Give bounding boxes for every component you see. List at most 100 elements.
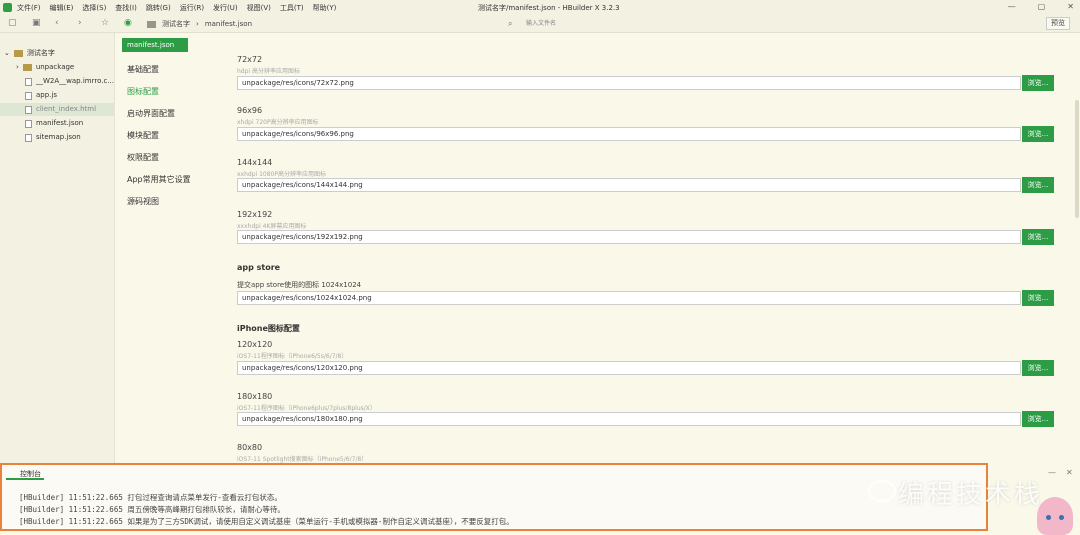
run-icon[interactable]: ◉ [124,18,132,28]
field-title: 192x192 [237,210,273,219]
tree-project[interactable]: ⌄ 测试名字 [4,47,55,60]
chevron-down-icon: ⌄ [4,49,10,57]
new-file-icon[interactable]: ▢ [8,18,17,28]
field-desc: xxxhdpi 4K屏幕应用图标 [237,223,307,230]
menu-run[interactable]: 运行(R) [180,3,204,13]
browse-button[interactable]: 浏览... [1022,411,1054,427]
nav-module-config[interactable]: 模块配置 [127,130,159,141]
console-line: [HBuilder] 11:51:22.665 打包过程查询请点菜单发行-查看云… [19,493,282,502]
file-icon [25,77,32,86]
menu-file[interactable]: 文件(F) [17,3,41,13]
forward-icon[interactable]: › [78,18,82,28]
tree-label: manifest.json [36,119,84,127]
field-title: 80x80 [237,443,263,452]
tree-label: app.js [36,91,57,99]
tree-item[interactable]: app.js [25,89,57,102]
menu-view[interactable]: 视图(V) [247,3,271,13]
icon-path-input[interactable]: unpackage/res/icons/96x96.png [237,127,1021,141]
mascot-eye [1059,515,1064,520]
file-icon [25,91,32,100]
browse-button[interactable]: 浏览... [1022,126,1054,142]
close-panel-icon[interactable]: ✕ [1066,468,1073,477]
section-title-iphone: iPhone图标配置 [237,324,300,333]
menu-bar: 文件(F) 编辑(E) 选择(S) 查找(I) 跳转(G) 运行(R) 发行(U… [0,0,1080,15]
menu-find[interactable]: 查找(I) [115,3,137,13]
minimize-panel-icon[interactable]: — [1048,468,1056,477]
nav-source-view[interactable]: 源码视图 [127,196,159,207]
icon-path-input[interactable]: unpackage/res/icons/120x120.png [237,361,1021,375]
toolbar: ▢ ▣ ‹ › ☆ ◉ 测试名字 › manifest.json ⌕ 输入文件名… [0,15,1080,33]
tree-item[interactable]: sitemap.json [25,131,81,144]
field-title: 72x72 [237,55,263,64]
console-panel: 控制台 [HBuilder] 11:51:22.665 打包过程查询请点菜单发行… [0,463,988,531]
preview-button[interactable]: 预览 [1046,17,1070,30]
icon-path-input[interactable]: unpackage/res/icons/192x192.png [237,230,1021,244]
mascot-avatar [1037,497,1073,535]
watermark-text: 编程技术栈 [898,480,1044,510]
browse-button[interactable]: 浏览... [1022,360,1054,376]
tree-item[interactable]: manifest.json [25,117,83,130]
menu-publish[interactable]: 发行(U) [213,3,238,13]
tab-console[interactable]: 控制台 [6,468,44,480]
close-icon[interactable]: ✕ [1067,2,1074,11]
tree-label: client_index.html [36,105,97,113]
file-search-input[interactable]: 输入文件名 [522,18,742,29]
minimize-icon[interactable]: — [1008,2,1016,11]
breadcrumb: 测试名字 › manifest.json [147,19,252,29]
save-icon[interactable]: ▣ [32,18,41,28]
field-title: 180x180 [237,392,273,401]
nav-app-other-settings[interactable]: App常用其它设置 [127,174,191,185]
browse-button[interactable]: 浏览... [1022,177,1054,193]
console-line: [HBuilder] 11:51:22.665 周五傍晚等高峰期打包排队较长，请… [19,505,285,514]
maximize-icon[interactable]: ▢ [1038,2,1046,11]
back-icon[interactable]: ‹ [55,18,59,28]
window-title: 测试名字/manifest.json - HBuilder X 3.2.3 [478,4,620,12]
console-line: [HBuilder] 11:51:22.665 如果是为了三方SDK调试，请使用… [19,517,514,526]
project-folder-icon [13,50,23,57]
tree-label: sitemap.json [36,133,81,141]
browse-button[interactable]: 浏览... [1022,290,1054,306]
vertical-scrollbar[interactable] [1075,100,1079,218]
file-icon [25,133,32,142]
icon-config-panel: 72x72 hdpi 高分辨率应用图标 unpackage/res/icons/… [222,33,1074,463]
browse-button[interactable]: 浏览... [1022,229,1054,245]
field-desc: iOS7-11程序图标（iPhone6plus/7plus/8plus/X） [237,405,376,412]
nav-splash-config[interactable]: 启动界面配置 [127,108,175,119]
browse-button[interactable]: 浏览... [1022,75,1054,91]
tree-item[interactable]: __W2A__wap.imrro.c... [25,75,114,88]
console-controls: — ✕ [1048,468,1073,477]
field-desc: xxhdpi 1080P高分辨率应用图标 [237,171,326,178]
menu-help[interactable]: 帮助(Y) [313,3,337,13]
tree-item[interactable]: › unpackage [16,61,74,74]
tree-label: __W2A__wap.imrro.c... [36,77,114,85]
project-explorer: ⌄ 测试名字 › unpackage __W2A__wap.imrro.c...… [0,33,115,463]
tab-manifest[interactable]: manifest.json [122,38,188,52]
menu-edit[interactable]: 编辑(E) [50,3,74,13]
menu-goto[interactable]: 跳转(G) [146,3,171,13]
hbuilder-logo-icon [3,3,12,12]
nav-basic-config[interactable]: 基础配置 [127,64,159,75]
menu-select[interactable]: 选择(S) [82,3,106,13]
icon-path-input[interactable]: unpackage/res/icons/72x72.png [237,76,1021,90]
field-title: 120x120 [237,340,273,349]
field-desc: iOS7-11程序图标（iPhone6/5s/6/7/8） [237,353,348,360]
breadcrumb-file[interactable]: manifest.json [205,20,252,28]
menu-tools[interactable]: 工具(T) [280,3,304,13]
tree-label: unpackage [35,63,75,71]
icon-path-input[interactable]: unpackage/res/icons/1024x1024.png [237,291,1021,305]
field-desc: xhdpi 720P高分辨率应用图标 [237,119,319,126]
nav-permission-config[interactable]: 权限配置 [127,152,159,163]
manifest-settings-nav: manifest.json 基础配置 图标配置 启动界面配置 模块配置 权限配置… [115,33,222,463]
field-title: 96x96 [237,106,263,115]
tree-item-selected[interactable]: client_index.html [0,103,114,116]
star-icon[interactable]: ☆ [101,18,109,28]
field-desc: hdpi 高分辨率应用图标 [237,68,300,75]
breadcrumb-project[interactable]: 测试名字 [162,19,190,29]
icon-path-input[interactable]: unpackage/res/icons/144x144.png [237,178,1021,192]
breadcrumb-separator-icon: › [196,20,199,28]
nav-icon-config[interactable]: 图标配置 [127,86,159,97]
folder-icon [147,20,156,28]
folder-icon [22,64,32,71]
icon-path-input[interactable]: unpackage/res/icons/180x180.png [237,412,1021,426]
field-desc: iOS7-11 Spotlight搜索图标（iPhone5/6/7/8） [237,456,368,463]
